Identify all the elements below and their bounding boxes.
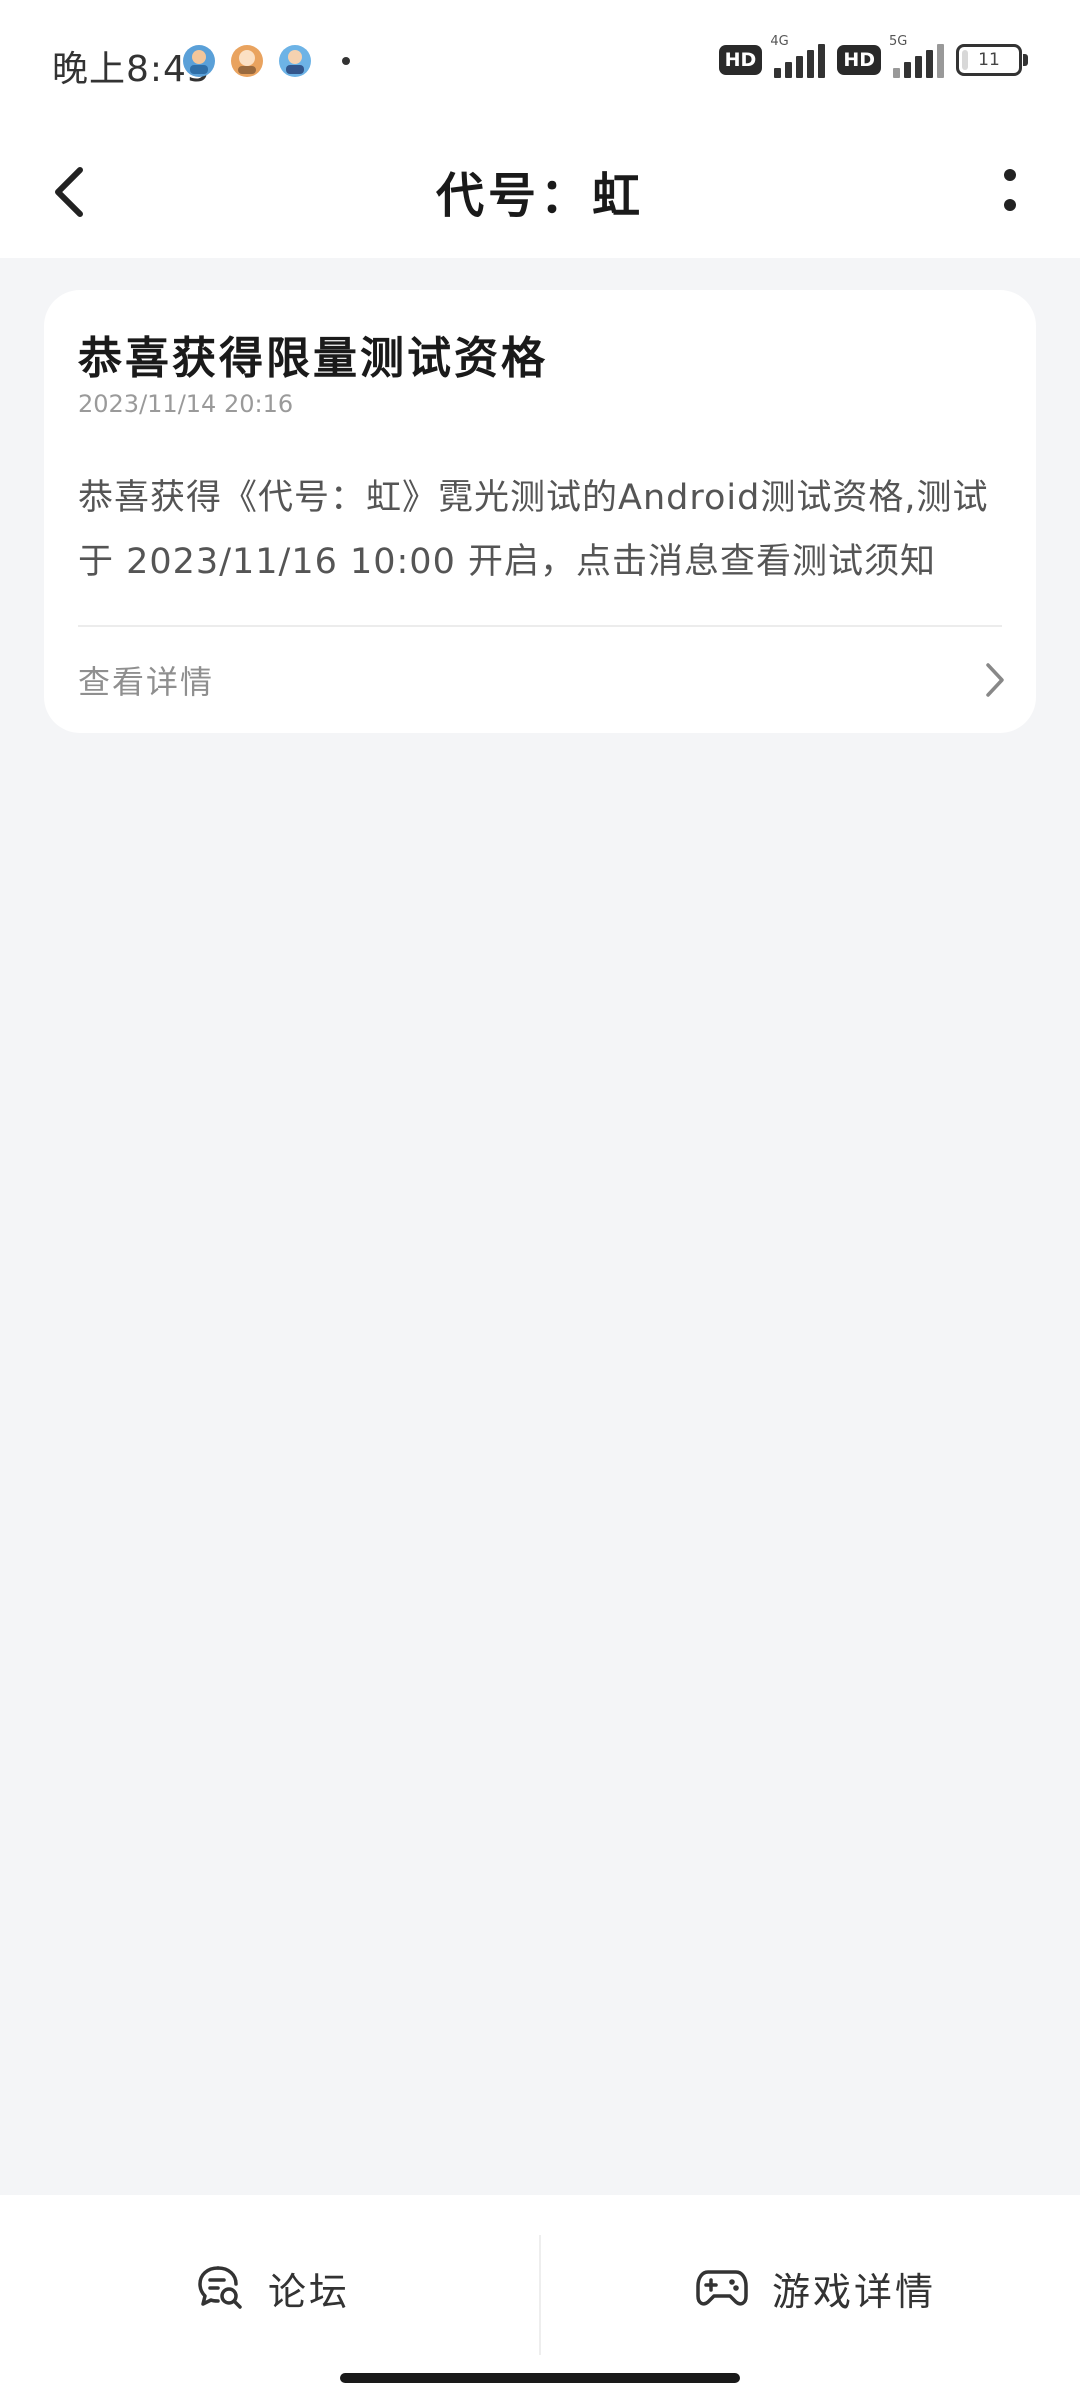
forum-label: 论坛 <box>268 2269 351 2314</box>
view-details-link[interactable]: 查看详情 <box>44 627 1036 733</box>
app-notification-icon <box>231 45 263 77</box>
game-details-button[interactable]: 游戏详情 <box>696 2243 936 2333</box>
hd-badge: HD <box>837 45 881 75</box>
battery-level-fill <box>962 50 968 70</box>
page-title: 代号：虹 <box>435 168 644 224</box>
view-details-label: 查看详情 <box>78 663 215 701</box>
gamepad-icon <box>696 2270 748 2306</box>
app-notification-icon <box>183 45 215 77</box>
app-notification-icon <box>279 45 311 77</box>
network-type-label: 4G <box>770 34 789 49</box>
message-date: 2023/11/14 20:16 <box>78 390 294 418</box>
battery-icon: 11 <box>956 44 1028 76</box>
status-indicators: HD 4G HD 5G 11 <box>718 34 1028 78</box>
bottom-action-bar: 论坛 游戏详情 <box>0 2195 1080 2400</box>
chat-search-icon <box>198 2266 242 2309</box>
message-card[interactable]: 恭喜获得限量测试资格 2023/11/14 20:16 恭喜获得《代号：虹》霓光… <box>44 290 1036 733</box>
hd-badge: HD <box>718 45 763 75</box>
more-notifications-dot <box>342 57 350 65</box>
more-options-button[interactable] <box>970 152 1050 232</box>
app-header: 代号：虹 <box>0 128 1080 258</box>
home-indicator[interactable] <box>340 2373 740 2383</box>
vertical-dots-icon <box>1004 169 1016 211</box>
chevron-right-icon <box>986 663 1004 697</box>
message-title: 恭喜获得限量测试资格 <box>78 333 548 384</box>
game-details-label: 游戏详情 <box>772 2269 937 2314</box>
bottom-divider <box>539 2235 541 2355</box>
signal-icon: 5G <box>889 34 944 78</box>
signal-icon: 4G <box>770 34 826 78</box>
network-type-label: 5G <box>889 34 908 49</box>
forum-button[interactable]: 论坛 <box>196 2243 350 2333</box>
notification-icons <box>182 44 350 78</box>
battery-percent: 11 <box>978 50 1000 70</box>
status-bar: 晚上8:45 HD 4G HD 5G 11 <box>0 0 1080 128</box>
message-body: 恭喜获得《代号：虹》霓光测试的Android测试资格,测试于 2023/11/1… <box>78 478 989 582</box>
